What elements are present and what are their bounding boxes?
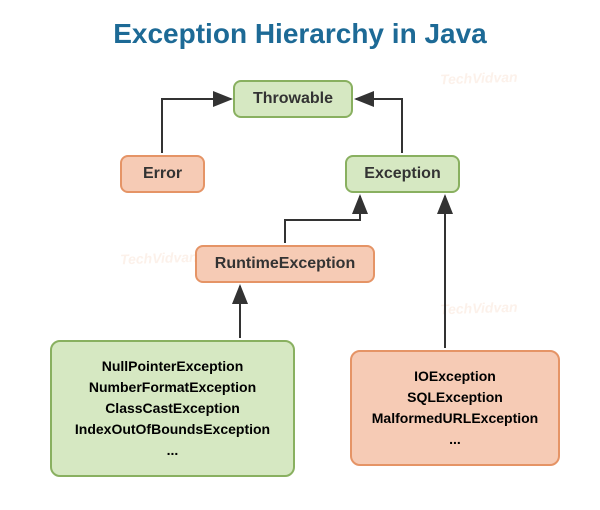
list-item: NumberFormatException — [70, 377, 275, 398]
node-throwable: Throwable — [233, 80, 353, 118]
watermark: TechVidvan — [440, 69, 518, 88]
arrow-exception-to-throwable — [356, 99, 402, 153]
list-item: NullPointerException — [70, 356, 275, 377]
arrow-runtime-to-exception — [285, 196, 360, 243]
node-unchecked-list: NullPointerException NumberFormatExcepti… — [50, 340, 295, 477]
node-checked-list: IOException SQLException MalformedURLExc… — [350, 350, 560, 466]
list-item: ClassCastException — [70, 398, 275, 419]
watermark: TechVidvan — [440, 299, 518, 318]
list-item: ... — [70, 440, 275, 461]
watermark: TechVidvan — [120, 249, 198, 268]
list-item: IOException — [370, 366, 540, 387]
diagram-title: Exception Hierarchy in Java — [0, 18, 600, 50]
arrow-error-to-throwable — [162, 99, 231, 153]
node-exception: Exception — [345, 155, 460, 193]
list-item: MalformedURLException — [370, 408, 540, 429]
node-runtime-exception: RuntimeException — [195, 245, 375, 283]
list-item: ... — [370, 429, 540, 450]
node-error: Error — [120, 155, 205, 193]
list-item: SQLException — [370, 387, 540, 408]
list-item: IndexOutOfBoundsException — [70, 419, 275, 440]
